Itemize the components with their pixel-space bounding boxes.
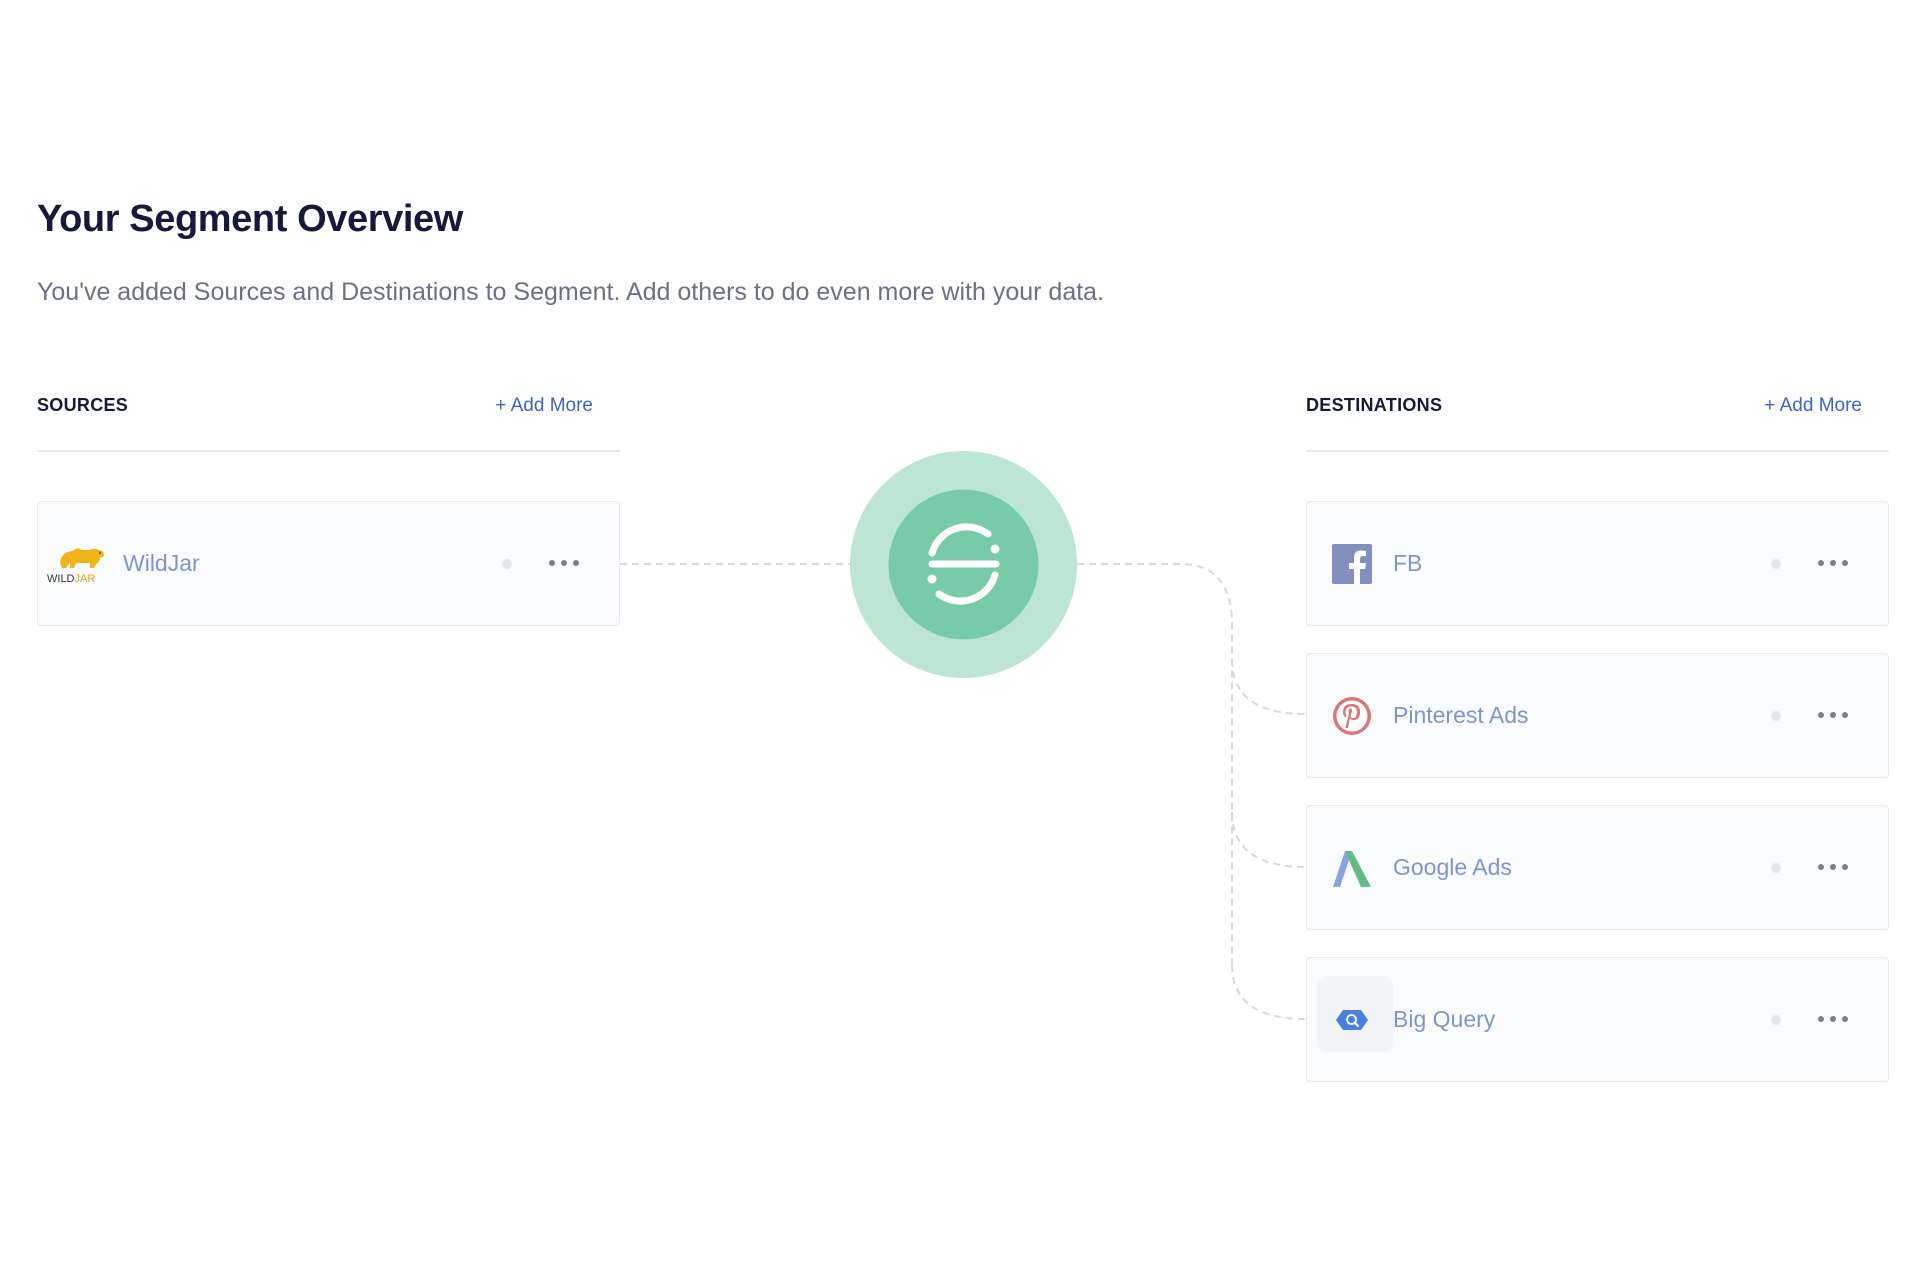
- pinterest-icon: [1333, 697, 1371, 735]
- source-label[interactable]: WildJar: [123, 550, 200, 577]
- bigquery-icon: [1336, 1010, 1368, 1030]
- segment-hub-logo: [850, 451, 1077, 678]
- facebook-icon: [1332, 544, 1372, 584]
- more-options-button[interactable]: [549, 550, 579, 576]
- status-dot: [1771, 863, 1781, 873]
- destination-label[interactable]: FB: [1393, 550, 1422, 577]
- source-card-wildjar[interactable]: WILDJAR WildJar: [37, 501, 620, 626]
- sources-label: SOURCES: [37, 395, 129, 415]
- wildjar-bear-logo: WILDJAR: [47, 548, 104, 585]
- destination-label[interactable]: Google Ads: [1393, 854, 1512, 881]
- more-options-button[interactable]: [1818, 702, 1848, 728]
- destinations-header: DESTINATIONS + Add More: [1306, 392, 1889, 452]
- add-source-button[interactable]: + Add More: [495, 395, 593, 417]
- more-options-button[interactable]: [1818, 550, 1848, 576]
- destination-label[interactable]: Pinterest Ads: [1393, 702, 1529, 729]
- destination-card-fb[interactable]: FB: [1306, 501, 1889, 626]
- status-dot: [1771, 1015, 1781, 1025]
- more-options-button[interactable]: [1818, 1006, 1848, 1032]
- destination-label[interactable]: Big Query: [1393, 1006, 1495, 1033]
- destinations-label: DESTINATIONS: [1306, 395, 1443, 415]
- status-dot: [1771, 559, 1781, 569]
- add-destination-button[interactable]: + Add More: [1764, 395, 1862, 417]
- google-ads-icon: [1333, 851, 1371, 887]
- sources-header: SOURCES + Add More: [37, 392, 620, 452]
- destination-card-big-query[interactable]: Big Query: [1306, 957, 1889, 1082]
- wildjar-logo-text: WILDJAR: [47, 573, 95, 585]
- more-options-button[interactable]: [1818, 854, 1848, 880]
- status-dot: [1771, 711, 1781, 721]
- destination-card-google-ads[interactable]: Google Ads: [1306, 805, 1889, 930]
- status-dot: [502, 559, 512, 569]
- destination-card-pinterest-ads[interactable]: Pinterest Ads: [1306, 653, 1889, 778]
